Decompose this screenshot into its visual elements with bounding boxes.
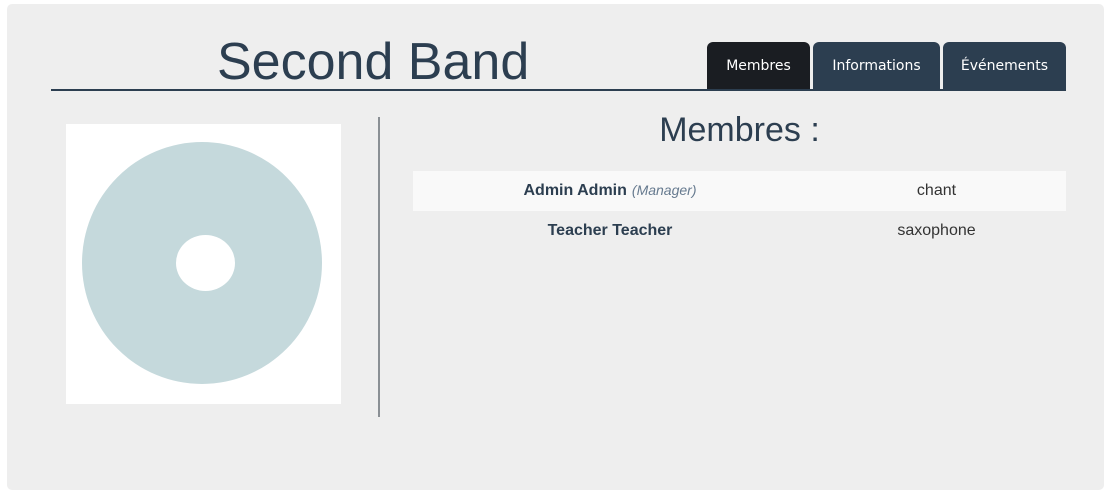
band-tabs: Membres Informations Événements bbox=[707, 42, 1066, 89]
member-row: Admin Admin (Manager) chant bbox=[413, 171, 1066, 211]
band-title: Second Band bbox=[217, 33, 530, 91]
disc-placeholder-icon bbox=[82, 142, 322, 384]
member-name: Teacher Teacher bbox=[547, 222, 673, 239]
member-row: Teacher Teacher saxophone bbox=[413, 211, 1066, 251]
members-heading: Membres : bbox=[659, 111, 820, 149]
member-instrument: chant bbox=[916, 182, 957, 199]
members-table: Admin Admin (Manager) chant Teacher Teach… bbox=[413, 171, 1066, 251]
header-divider bbox=[51, 89, 1066, 91]
band-image bbox=[66, 124, 341, 404]
member-name-cell: Admin Admin (Manager) bbox=[413, 182, 807, 200]
tab-informations[interactable]: Informations bbox=[813, 42, 940, 89]
member-instrument: saxophone bbox=[897, 222, 976, 239]
disc-shape bbox=[82, 142, 322, 384]
tab-evenements[interactable]: Événements bbox=[943, 42, 1066, 89]
member-name-cell: Teacher Teacher bbox=[413, 222, 807, 240]
vertical-divider bbox=[378, 117, 380, 417]
member-role: (Manager) bbox=[631, 182, 697, 198]
tab-members[interactable]: Membres bbox=[707, 42, 810, 89]
member-name: Admin Admin bbox=[523, 182, 627, 199]
band-panel: Second Band Membres Informations Événeme… bbox=[7, 4, 1104, 490]
